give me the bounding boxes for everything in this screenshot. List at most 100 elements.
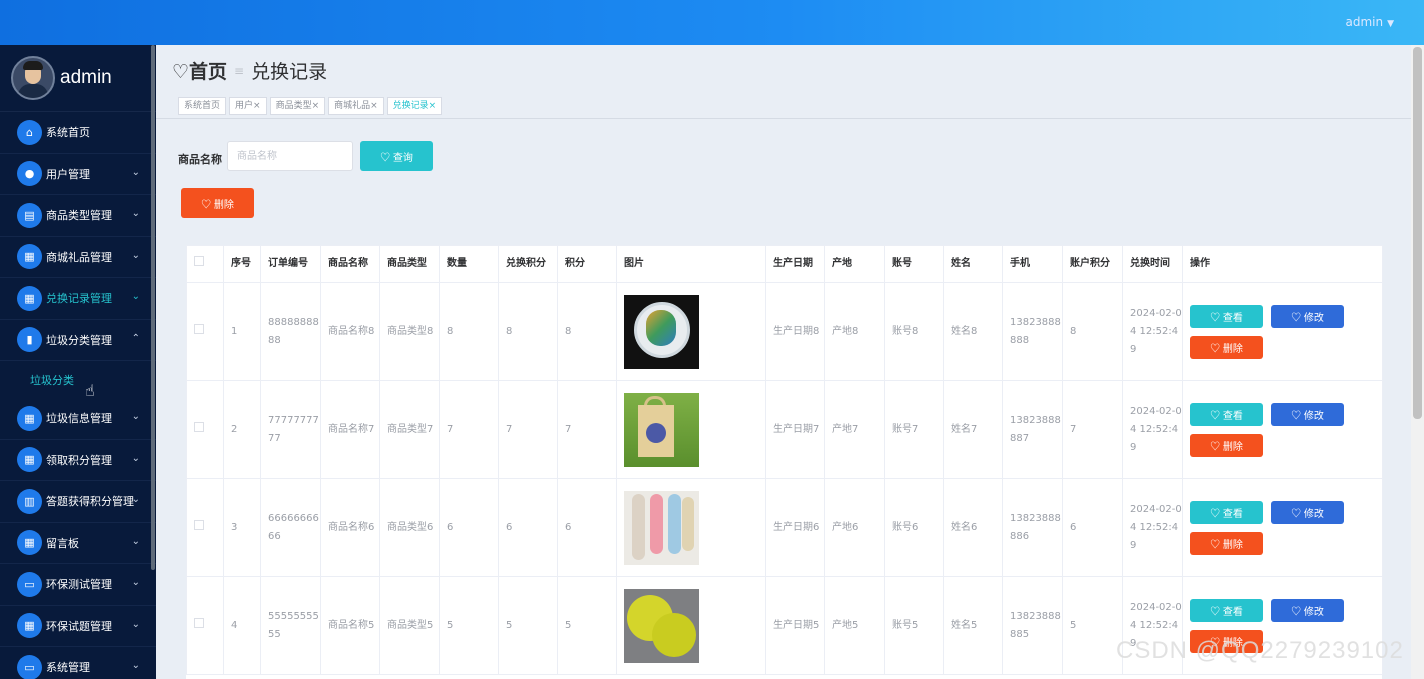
sidebar-item[interactable]: ▮ 垃圾分类管理 ⌃ xyxy=(0,320,156,361)
main-content: ♡首页 ≡ 兑换记录 系统首页 用户× 商品类型× 商城礼品× 兑换记录× 商品… xyxy=(156,45,1411,679)
delete-button[interactable]: ♡ 删除 xyxy=(1190,531,1263,555)
cell-order: 5555555555 xyxy=(260,576,321,675)
cell-image xyxy=(616,282,766,381)
top-bar: admin ▼ xyxy=(0,0,1424,45)
chevron-icon[interactable]: ⌄ xyxy=(132,167,140,178)
cell-person: 姓名6 xyxy=(943,478,1003,577)
tab-product-type[interactable]: 商品类型× xyxy=(269,97,326,115)
col-header: 产地 xyxy=(824,245,885,283)
sidebar: admin ⌂ 系统首页 ● 用户管理 ⌄ ▤ 商品类型管理 ⌄ ▦ 商城礼品管理 ⌄ ▦ 兑换记录管理… xyxy=(0,45,156,679)
chevron-icon[interactable]: ⌃ xyxy=(132,333,140,344)
chevron-icon[interactable]: ⌄ xyxy=(132,411,140,422)
cell-qty: 7 xyxy=(439,380,499,479)
sidebar-item[interactable]: ▦ 领取积分管理 ⌄ xyxy=(0,440,156,481)
chevron-icon[interactable]: ⌄ xyxy=(132,619,140,630)
chevron-icon[interactable]: ⌄ xyxy=(132,660,140,671)
chevron-icon[interactable]: ⌄ xyxy=(132,577,140,588)
sidebar-item[interactable]: ▦ 留言板 ⌄ xyxy=(0,523,156,564)
sidebar-item[interactable]: ▦ 垃圾信息管理 ⌄ xyxy=(0,398,156,440)
select-all-checkbox[interactable] xyxy=(194,256,204,266)
sidebar-item[interactable]: ▭ 系统管理 ⌄ xyxy=(0,647,156,679)
bar-chart-icon: ▮ xyxy=(17,327,42,353)
user-icon: ● xyxy=(17,161,42,187)
delete-button[interactable]: ♡ 删除 xyxy=(1190,335,1263,359)
cell-origin: 产地5 xyxy=(824,576,885,675)
sidebar-subitem[interactable]: 垃圾分类 xyxy=(0,361,156,398)
chevron-icon[interactable]: ⌄ xyxy=(132,494,140,505)
page-scrollbar[interactable] xyxy=(1411,45,1424,679)
cell-order: 8888888888 xyxy=(260,282,321,381)
caret-down-icon[interactable]: ▼ xyxy=(1387,19,1394,29)
tab-exchange-record[interactable]: 兑换记录× xyxy=(386,97,443,115)
edit-button[interactable]: ♡ 修改 xyxy=(1271,304,1344,328)
cell-balance: 6 xyxy=(1062,478,1123,577)
view-button[interactable]: ♡ 查看 xyxy=(1190,402,1263,426)
table-row[interactable]: 2 7777777777 商品名称7 商品类型7 7 7 7 生产日期7 产地7 账号7 姓名7 13… xyxy=(186,380,1383,479)
row-checkbox[interactable] xyxy=(194,519,204,530)
view-button[interactable]: ♡ 查看 xyxy=(1190,598,1263,622)
row-checkbox[interactable] xyxy=(194,323,204,334)
edit-button[interactable]: ♡ 修改 xyxy=(1271,500,1344,524)
col-header: 图片 xyxy=(616,245,766,283)
cell-phone: 13823888888 xyxy=(1002,282,1063,381)
delete-button[interactable]: ♡ 删除 xyxy=(1190,433,1263,457)
query-button[interactable]: ♡ 查询 xyxy=(360,141,433,171)
cell-person: 姓名5 xyxy=(943,576,1003,675)
watermark: CSDN @QQ2279239102 xyxy=(1116,637,1404,664)
chevron-icon[interactable]: ⌄ xyxy=(132,250,140,261)
row-checkbox-cell[interactable] xyxy=(186,576,224,675)
tab-users[interactable]: 用户× xyxy=(229,97,267,115)
cell-points: 6 xyxy=(557,478,617,577)
edit-button[interactable]: ♡ 修改 xyxy=(1271,598,1344,622)
cell-balance: 5 xyxy=(1062,576,1123,675)
page-title: ♡首页 ≡ 兑换记录 xyxy=(172,57,327,84)
tab-home[interactable]: 系统首页 xyxy=(178,97,227,115)
cell-qty: 6 xyxy=(439,478,499,577)
sidebar-item-label: 兑换记录管理 xyxy=(46,292,112,306)
cell-points: 5 xyxy=(557,576,617,675)
user-menu[interactable]: admin ▼ xyxy=(1345,15,1394,29)
row-checkbox-cell[interactable] xyxy=(186,282,224,381)
cell-time: 2024-02-04 12:52:49 xyxy=(1122,380,1183,479)
user-menu-name[interactable]: admin xyxy=(1345,15,1383,29)
sidebar-item[interactable]: ▦ 环保试题管理 ⌄ xyxy=(0,606,156,647)
chevron-icon[interactable]: ⌄ xyxy=(132,291,140,302)
grid-icon: ▦ xyxy=(17,285,42,311)
chevron-icon[interactable]: ⌄ xyxy=(132,208,140,219)
chevron-icon[interactable]: ⌄ xyxy=(132,536,140,547)
table-row[interactable]: 3 6666666666 商品名称6 商品类型6 6 6 6 生产日期6 产地6 账号6 姓名6 13… xyxy=(186,478,1383,577)
sidebar-item-label: 垃圾信息管理 xyxy=(46,412,112,426)
sidebar-item[interactable]: ▦ 商城礼品管理 ⌄ xyxy=(0,237,156,278)
select-all-checkbox-cell[interactable] xyxy=(186,245,224,283)
view-button[interactable]: ♡ 查看 xyxy=(1190,500,1263,524)
edit-button[interactable]: ♡ 修改 xyxy=(1271,402,1344,426)
cell-points: 8 xyxy=(557,282,617,381)
col-header: 商品类型 xyxy=(379,245,440,283)
tab-gifts[interactable]: 商城礼品× xyxy=(328,97,384,115)
col-header: 序号 xyxy=(223,245,261,283)
sidebar-item[interactable]: ▥ 答题获得积分管理 ⌄ xyxy=(0,481,156,523)
sidebar-item[interactable]: ▦ 兑换记录管理 ⌄ xyxy=(0,278,156,320)
sidebar-scrollbar[interactable] xyxy=(151,45,155,570)
cell-order: 6666666666 xyxy=(260,478,321,577)
row-checkbox-cell[interactable] xyxy=(186,478,224,577)
mouse-cursor-icon: ☝ xyxy=(85,381,95,400)
row-checkbox-cell[interactable] xyxy=(186,380,224,479)
view-button[interactable]: ♡ 查看 xyxy=(1190,304,1263,328)
chevron-icon[interactable]: ⌄ xyxy=(132,453,140,464)
sidebar-item[interactable]: ▤ 商品类型管理 ⌄ xyxy=(0,195,156,237)
product-image xyxy=(624,588,699,663)
cell-name: 商品名称8 xyxy=(320,282,380,381)
sidebar-item[interactable]: ⌂ 系统首页 xyxy=(0,112,156,154)
row-checkbox[interactable] xyxy=(194,617,204,628)
cell-exch: 5 xyxy=(498,576,558,675)
breadcrumb-home[interactable]: ♡首页 xyxy=(172,57,227,84)
sidebar-item[interactable]: ▭ 环保测试管理 ⌄ xyxy=(0,564,156,606)
cell-type: 商品类型5 xyxy=(379,576,440,675)
page-scrollbar-thumb[interactable] xyxy=(1413,47,1422,419)
row-checkbox[interactable] xyxy=(194,421,204,432)
sidebar-item[interactable]: ● 用户管理 ⌄ xyxy=(0,154,156,195)
batch-delete-button[interactable]: ♡ 删除 xyxy=(181,188,254,218)
search-input[interactable] xyxy=(227,141,353,171)
table-row[interactable]: 1 8888888888 商品名称8 商品类型8 8 8 8 生产日期8 产地8 账号8 姓名8 13… xyxy=(186,282,1383,381)
